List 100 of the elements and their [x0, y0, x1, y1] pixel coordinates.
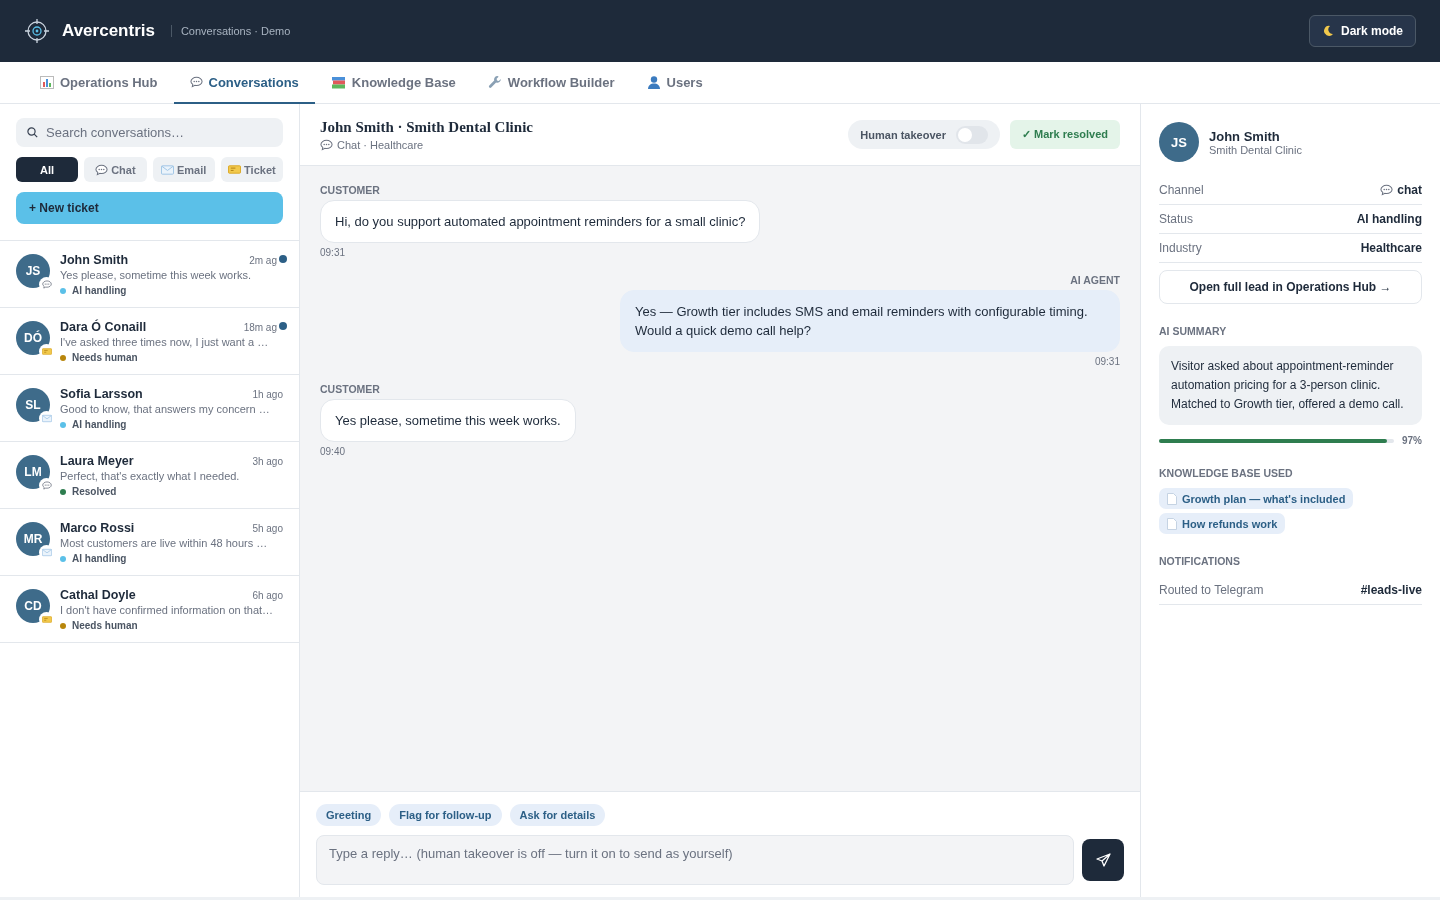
- detail-label: Status: [1159, 212, 1194, 226]
- detail-value: AI handling: [1356, 212, 1422, 226]
- contact-name: John Smith: [60, 253, 129, 267]
- contact-name: Dara Ó Conaill: [60, 320, 147, 334]
- message-bubble: Yes — Growth tier includes SMS and email reminders with configurable timing. Would a quick demo call help?: [620, 290, 1120, 352]
- message-preview: I don't have confirmed information on that…: [60, 604, 275, 616]
- new-ticket-button[interactable]: + New ticket: [16, 192, 283, 224]
- quick-reply-chip[interactable]: Flag for follow-up: [389, 804, 502, 826]
- open-lead-button[interactable]: Open full lead in Operations Hub →: [1159, 270, 1422, 304]
- envelope-icon: [41, 548, 52, 557]
- chat-bubble-icon: [320, 138, 333, 151]
- conversation-title: John Smith · Smith Dental Clinic: [320, 118, 534, 136]
- moon-icon: [1321, 25, 1334, 37]
- kb-article-chip[interactable]: Growth plan — what's included: [1159, 488, 1354, 509]
- message-time: 09:31: [320, 247, 346, 258]
- user-icon: [646, 75, 661, 89]
- sender-label: CUSTOMER: [320, 184, 380, 196]
- detail-label: Channel: [1159, 183, 1204, 197]
- message-preview: I've asked three times now, I just want a …: [60, 336, 270, 348]
- message-preview: Most customers are live within 48 hours …: [60, 537, 269, 549]
- avatar: JS: [16, 254, 50, 288]
- message-time: 09:31: [1094, 356, 1120, 367]
- message-time: 09:40: [320, 446, 346, 457]
- reply-field[interactable]: Type a reply… (human takeover is off — turn it on to send as yourself): [316, 835, 1074, 885]
- avatar: CD: [16, 589, 50, 623]
- avatar: DÓ: [16, 321, 50, 355]
- wrench-icon: [487, 75, 502, 89]
- ticket-icon: [41, 615, 52, 624]
- timestamp: 5h ago: [252, 523, 283, 534]
- sender-label: AI AGENT: [1070, 274, 1120, 286]
- filter-chip[interactable]: All: [16, 157, 79, 182]
- notification-value: #leads-live: [1360, 583, 1422, 597]
- send-button[interactable]: [1082, 839, 1124, 881]
- envelope-icon: [41, 414, 52, 423]
- timestamp: 3h ago: [252, 456, 283, 467]
- avatar: SL: [16, 388, 50, 422]
- nav-tab[interactable]: Users: [630, 62, 719, 104]
- section-heading: AI SUMMARY: [1159, 325, 1228, 337]
- human-takeover-toggle[interactable]: Human takeover: [848, 120, 1000, 149]
- summary-text: Visitor asked about appointment-reminder automation pricing for a 3-person clinic. Matched to Growth tier, offered a demo call.: [1159, 346, 1422, 425]
- detail-value: chat: [1397, 183, 1422, 197]
- conversation-item[interactable]: JS John Smith 2m ag Yes please, sometime this week works. AI handling: [0, 241, 299, 308]
- chat-bubble-icon: [41, 481, 52, 490]
- send-icon: [1095, 852, 1111, 868]
- lead-name: John Smith: [1209, 128, 1281, 144]
- status-label: AI handling: [72, 553, 127, 564]
- company-name: Smith Dental Clinic: [1209, 143, 1302, 156]
- filter-chip[interactable]: Chat: [84, 157, 147, 182]
- timestamp: 2m ag: [249, 255, 277, 266]
- status-label: Needs human: [72, 352, 138, 363]
- contact-name: Sofia Larsson: [60, 387, 143, 401]
- chat-bubble-icon: [189, 76, 203, 88]
- timestamp: 18m ag: [243, 322, 277, 333]
- nav-tab[interactable]: Knowledge Base: [314, 62, 472, 104]
- message-bubble: Yes please, sometime this week works.: [320, 399, 576, 442]
- conversation-item[interactable]: DÓ Dara Ó Conaill 18m ag I've asked three times now, I just want a … Needs human: [0, 308, 299, 375]
- logo-icon: [24, 18, 50, 44]
- contact-name: Marco Rossi: [60, 521, 135, 535]
- sender-label: CUSTOMER: [320, 383, 380, 395]
- avatar: LM: [16, 455, 50, 489]
- search-field[interactable]: Search conversations…: [16, 118, 283, 147]
- conversation-item[interactable]: CD Cathal Doyle 6h ago I don't have confirmed information on that… Needs human: [0, 576, 299, 643]
- nav-tab[interactable]: Operations Hub: [24, 62, 174, 104]
- ticket-icon: [228, 165, 242, 174]
- ticket-icon: [41, 347, 52, 356]
- message-preview: Perfect, that's exactly what I needed.: [60, 470, 241, 482]
- nav-tab[interactable]: Workflow Builder: [471, 62, 631, 104]
- document-icon: [1167, 517, 1177, 530]
- detail-label: Industry: [1159, 241, 1202, 255]
- timestamp: 6h ago: [252, 590, 283, 601]
- contact-name: Laura Meyer: [60, 454, 134, 468]
- nav-tab[interactable]: Conversations: [173, 62, 315, 104]
- quick-reply-chip[interactable]: Ask for details: [509, 804, 606, 826]
- notification-label: Routed to Telegram: [1159, 583, 1264, 597]
- conversation-item[interactable]: MR Marco Rossi 5h ago Most customers are live within 48 hours … AI handling: [0, 509, 299, 576]
- message-preview: Yes please, sometime this week works.: [60, 269, 252, 281]
- chat-bubble-icon: [95, 163, 109, 176]
- status-label: Resolved: [72, 486, 117, 497]
- mark-resolved-button[interactable]: ✓ Mark resolved: [1009, 120, 1120, 149]
- avatar: JS: [1159, 122, 1199, 162]
- kb-article-chip[interactable]: How refunds work: [1159, 513, 1286, 534]
- timestamp: 1h ago: [252, 389, 283, 400]
- filter-chip[interactable]: Email: [152, 157, 215, 182]
- status-label: Needs human: [72, 620, 138, 631]
- avatar: MR: [16, 522, 50, 556]
- books-icon: [330, 75, 346, 89]
- status-label: AI handling: [72, 419, 127, 430]
- message-preview: Good to know, that answers my concern …: [60, 403, 271, 415]
- confidence-reading: 97%: [1402, 435, 1422, 446]
- detail-value: Healthcare: [1360, 241, 1422, 255]
- conversation-item[interactable]: SL Sofia Larsson 1h ago Good to know, that answers my concern … AI handling: [0, 375, 299, 442]
- bar-chart-icon: [40, 75, 54, 89]
- conversation-item[interactable]: LM Laura Meyer 3h ago Perfect, that's exactly what I needed. Resolved: [0, 442, 299, 509]
- filter-chip[interactable]: Ticket: [220, 157, 283, 182]
- message-bubble: Hi, do you support automated appointment reminders for a small clinic?: [320, 200, 761, 243]
- document-icon: [1167, 492, 1177, 505]
- page-subtitle: Conversations · Demo: [170, 25, 291, 37]
- quick-reply-chip[interactable]: Greeting: [316, 804, 382, 826]
- dark-mode-button[interactable]: Dark mode: [1308, 15, 1416, 47]
- app-title: Avercentris: [62, 21, 155, 41]
